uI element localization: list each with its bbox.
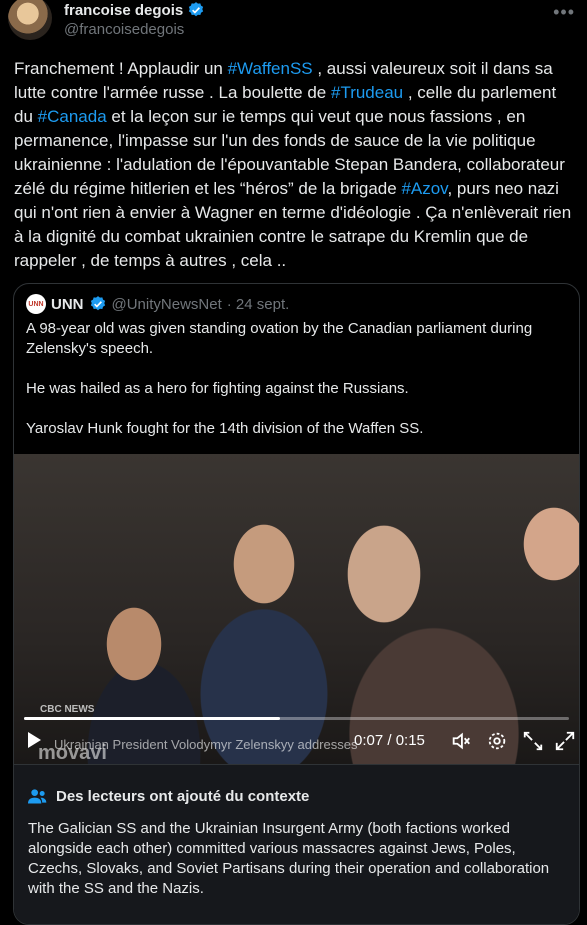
quote-tweet[interactable]: UNN UNN @UnityNewsNet · 24 sept. A 98-ye… [13, 283, 580, 925]
hashtag-link[interactable]: #Canada [38, 107, 107, 126]
verified-badge-icon [189, 2, 204, 17]
more-icon[interactable]: ••• [553, 2, 575, 23]
hashtag-link[interactable]: #Trudeau [331, 83, 403, 102]
quote-text: A 98-year old was given standing ovation… [26, 320, 533, 437]
expand-icon[interactable] [522, 730, 544, 752]
author-handle[interactable]: @francoisedegois [64, 21, 184, 38]
video-controls: 0:07 / 0:15 [14, 724, 579, 760]
quote-avatar[interactable]: UNN [26, 294, 46, 314]
hashtag-link[interactable]: #Azov [401, 179, 447, 198]
community-notes-header: Des lecteurs ont ajouté du contexte [28, 787, 309, 805]
video-progress-fill [24, 717, 281, 720]
verified-badge-icon [90, 296, 105, 311]
video-time: 0:07 / 0:15 [354, 732, 425, 749]
community-notes-text: The Galician SS and the Ukrainian Insurg… [28, 820, 550, 897]
author-display-name: francoise degois [64, 1, 184, 19]
volume-off-icon[interactable] [450, 730, 472, 752]
settings-icon[interactable] [486, 730, 508, 752]
channel-logo: CBC NEWS [40, 704, 95, 715]
video-progress-bar[interactable] [24, 717, 569, 720]
tweet-text: Franchement ! Applaudir un #WaffenSS , a… [14, 57, 574, 273]
fullscreen-icon[interactable] [554, 730, 576, 752]
quote-date[interactable]: · 24 sept. [227, 296, 290, 313]
author-name[interactable]: francoise degois [64, 1, 205, 19]
community-notes-title: Des lecteurs ont ajouté du contexte [56, 787, 310, 805]
people-icon [28, 789, 47, 804]
avatar[interactable] [8, 0, 52, 40]
hashtag-link[interactable]: #WaffenSS [228, 59, 313, 78]
quote-author-name[interactable]: UNN [51, 296, 84, 313]
quote-author-handle[interactable]: @UnityNewsNet [112, 296, 222, 313]
quote-header: UNN UNN @UnityNewsNet · 24 sept. [26, 294, 289, 314]
video-player[interactable]: CBC NEWS Ukrainian President Volodymyr Z… [14, 454, 579, 764]
community-notes: Des lecteurs ont ajouté du contexte The … [14, 764, 579, 924]
tweet-text-segment: Franchement ! Applaudir un [14, 59, 228, 78]
play-icon[interactable] [28, 732, 41, 748]
